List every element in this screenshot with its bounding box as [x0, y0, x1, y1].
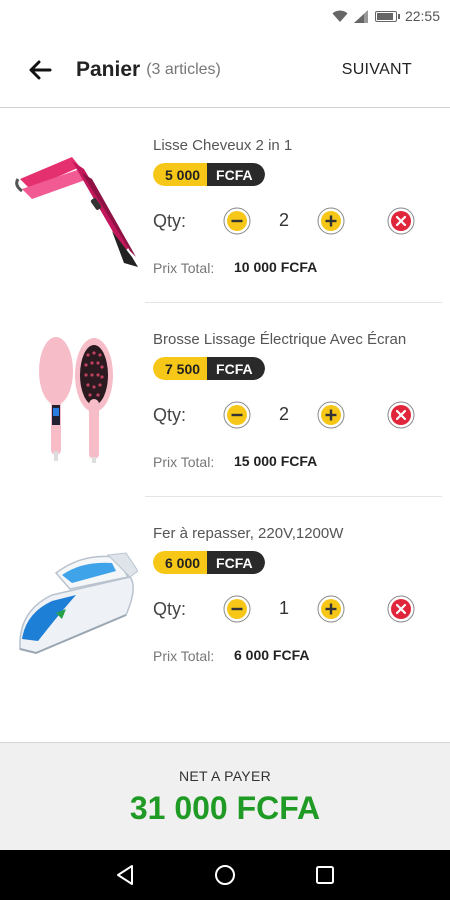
- signal-icon: [353, 9, 368, 23]
- system-nav-bar: [0, 850, 450, 900]
- circle-home-icon: [215, 865, 235, 885]
- price-badge: 5 000 FCFA: [153, 163, 265, 186]
- decrease-qty-button[interactable]: [223, 595, 251, 623]
- hair-straightener-image: [15, 157, 138, 267]
- qty-value: 2: [278, 210, 289, 230]
- cart-item: Fer à repasser, 220V,1200W 6 000 FCFA Qt…: [0, 497, 450, 691]
- iron-image: [19, 552, 138, 655]
- price-badge: 6 000 FCFA: [153, 551, 265, 574]
- total-label: Prix Total:: [153, 454, 215, 470]
- decrease-qty-button[interactable]: [223, 207, 251, 235]
- wifi-icon: [332, 10, 348, 22]
- price-currency: FCFA: [207, 163, 265, 186]
- price-currency: FCFA: [207, 357, 265, 380]
- status-icons: [332, 9, 400, 23]
- net-payable-value: 31 000 FCFA: [129, 790, 321, 826]
- total-value: 15 000 FCFA: [234, 453, 318, 469]
- qty-label: Qty:: [153, 405, 187, 425]
- total-value: 10 000 FCFA: [234, 259, 318, 275]
- nav-home-button[interactable]: [210, 860, 240, 890]
- total-label: Prix Total:: [153, 648, 215, 664]
- back-button[interactable]: [20, 50, 60, 90]
- qty-label: Qty:: [153, 599, 187, 619]
- product-name: Lisse Cheveux 2 in 1: [153, 137, 293, 154]
- net-payable-label: NET A PAYER: [178, 768, 271, 784]
- increase-qty-button[interactable]: [317, 207, 345, 235]
- triangle-back-icon: [117, 865, 133, 885]
- qty-value: 2: [278, 404, 289, 424]
- cart-item: Lisse Cheveux 2 in 1 5 000 FCFA Qty: 2 P…: [0, 109, 450, 303]
- remove-item-button[interactable]: [387, 401, 415, 429]
- square-recents-icon: [316, 866, 334, 884]
- battery-icon: [374, 10, 400, 22]
- product-name: Brosse Lissage Électrique Avec Écran: [153, 331, 407, 348]
- cart-list: Lisse Cheveux 2 in 1 5 000 FCFA Qty: 2 P…: [0, 109, 450, 691]
- total-value: 6 000 FCFA: [234, 647, 310, 663]
- increase-qty-button[interactable]: [317, 401, 345, 429]
- total-label: Prix Total:: [153, 260, 215, 276]
- qty-label: Qty:: [153, 211, 187, 231]
- status-time: 22:55: [404, 8, 440, 24]
- status-bar: 22:55: [0, 0, 450, 32]
- price-amount: 7 500: [153, 357, 208, 380]
- straightening-brush-image: [39, 337, 113, 463]
- price-amount: 5 000: [153, 163, 208, 186]
- nav-back-button[interactable]: [110, 860, 140, 890]
- price-badge: 7 500 FCFA: [153, 357, 265, 380]
- decrease-qty-button[interactable]: [223, 401, 251, 429]
- app-header: Panier (3 articles) SUIVANT: [0, 32, 450, 108]
- item-count: (3 articles): [146, 60, 221, 78]
- nav-recents-button[interactable]: [310, 860, 340, 890]
- net-payable-footer: NET A PAYER 31 000 FCFA: [0, 742, 450, 850]
- arrow-left-icon: [29, 60, 52, 79]
- qty-value: 1: [278, 598, 289, 618]
- remove-item-button[interactable]: [387, 595, 415, 623]
- price-currency: FCFA: [207, 551, 265, 574]
- price-amount: 6 000: [153, 551, 208, 574]
- remove-item-button[interactable]: [387, 207, 415, 235]
- product-name: Fer à repasser, 220V,1200W: [153, 525, 344, 542]
- page-title: Panier: [76, 57, 141, 81]
- increase-qty-button[interactable]: [317, 595, 345, 623]
- next-button[interactable]: SUIVANT: [342, 61, 412, 79]
- cart-item: Brosse Lissage Électrique Avec Écran 7 5…: [0, 303, 450, 497]
